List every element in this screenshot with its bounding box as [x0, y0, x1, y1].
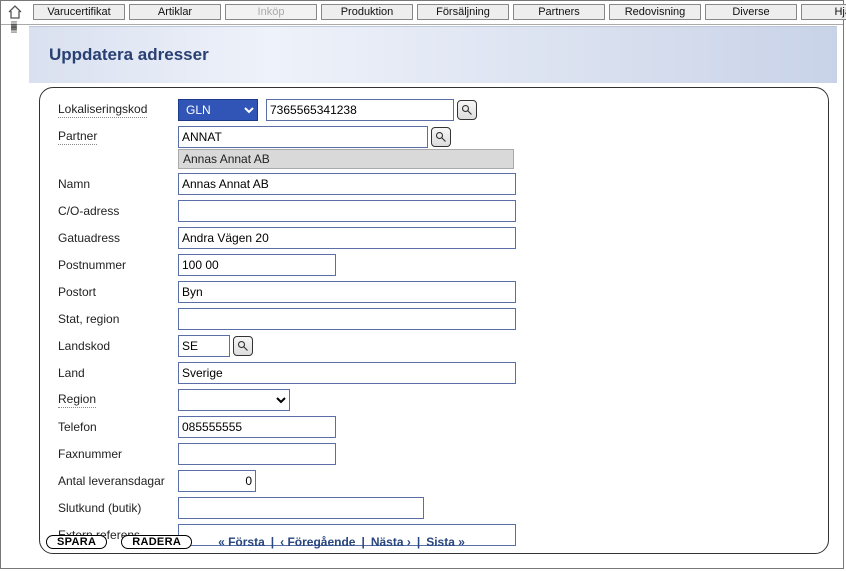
radera-button[interactable]: RADERA	[121, 535, 192, 549]
label-partner: Partner	[58, 129, 178, 145]
label-antal-leveransdagar: Antal leveransdagar	[58, 474, 178, 488]
lokaliseringskod-type-select[interactable]: GLN	[178, 99, 258, 121]
label-postort: Postort	[58, 285, 178, 299]
stat-region-input[interactable]	[178, 308, 516, 330]
form-panel: Lokaliseringskod GLN Partner Annas Annat…	[39, 87, 829, 554]
pager: « Första | ‹ Föregående | Nästa › | Sist…	[218, 535, 465, 549]
land-input[interactable]	[178, 362, 516, 384]
tab-hj-lp[interactable]: Hjälp	[801, 4, 846, 20]
tab-ink-p: Inköp	[225, 4, 317, 20]
tab-produktion[interactable]: Produktion	[321, 4, 413, 20]
pager-last[interactable]: Sista »	[426, 535, 465, 549]
search-landskod-button[interactable]	[233, 336, 253, 356]
label-postnummer: Postnummer	[58, 258, 178, 272]
namn-input[interactable]	[178, 173, 516, 195]
label-land: Land	[58, 366, 178, 380]
pager-first[interactable]: « Första	[218, 535, 265, 549]
pager-prev[interactable]: ‹ Föregående	[280, 535, 355, 549]
pager-next[interactable]: Nästa ›	[371, 535, 411, 549]
gatuadress-input[interactable]	[178, 227, 516, 249]
sidebar-handle[interactable]: ≡≡≡	[4, 23, 24, 37]
postnummer-input[interactable]	[178, 254, 336, 276]
landskod-input[interactable]	[178, 335, 230, 357]
lokaliseringskod-input[interactable]	[266, 99, 454, 121]
page-header: Uppdatera adresser	[29, 26, 837, 83]
label-slutkund: Slutkund (butik)	[58, 501, 178, 515]
label-faxnummer: Faxnummer	[58, 447, 178, 461]
tab-f-rs-ljning[interactable]: Försäljning	[417, 4, 509, 20]
label-gatuadress: Gatuadress	[58, 231, 178, 245]
search-lokaliseringskod-button[interactable]	[457, 100, 477, 120]
tab-varucertifikat[interactable]: Varucertifikat	[33, 4, 125, 20]
region-select[interactable]	[178, 389, 290, 411]
slutkund-input[interactable]	[178, 497, 424, 519]
tab-artiklar[interactable]: Artiklar	[129, 4, 221, 20]
postort-input[interactable]	[178, 281, 516, 303]
coadress-input[interactable]	[178, 200, 516, 222]
page-title: Uppdatera adresser	[49, 45, 209, 65]
antal-leveransdagar-input[interactable]	[178, 470, 256, 492]
partner-input[interactable]	[178, 126, 428, 148]
main-tabs: VarucertifikatArtiklarInköpProduktionFör…	[33, 4, 846, 20]
label-stat-region: Stat, region	[58, 312, 178, 326]
tab-diverse[interactable]: Diverse	[705, 4, 797, 20]
spara-button[interactable]: SPARA	[46, 535, 107, 549]
label-lokaliseringskod: Lokaliseringskod	[58, 102, 178, 118]
label-coadress: C/O-adress	[58, 204, 178, 218]
label-telefon: Telefon	[58, 420, 178, 434]
search-partner-button[interactable]	[431, 127, 451, 147]
faxnummer-input[interactable]	[178, 443, 336, 465]
partner-autocomplete-item[interactable]: Annas Annat AB	[178, 149, 514, 169]
label-region: Region	[58, 392, 178, 408]
label-namn: Namn	[58, 177, 178, 191]
label-landskod: Landskod	[58, 339, 178, 353]
telefon-input[interactable]	[178, 416, 336, 438]
tab-partners[interactable]: Partners	[513, 4, 605, 20]
tab-redovisning[interactable]: Redovisning	[609, 4, 701, 20]
